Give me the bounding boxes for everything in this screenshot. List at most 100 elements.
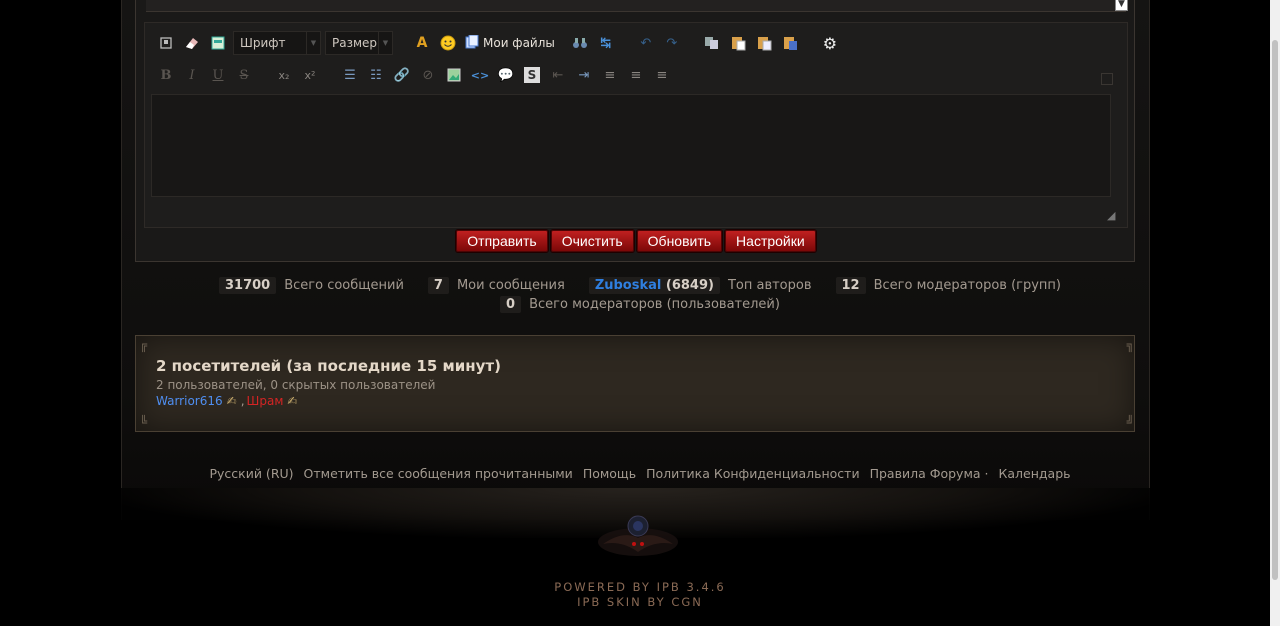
mark-all-read-link[interactable]: Отметить все сообщения прочитанными <box>304 466 573 481</box>
smiley-icon[interactable] <box>437 32 459 54</box>
toolbar-collapse-toggle[interactable] <box>1101 73 1113 85</box>
top-author-link[interactable]: Zuboskal <box>595 278 662 293</box>
stat-mods-users: 0 Всего модераторов (пользователей) <box>500 296 780 313</box>
settings-button[interactable]: Настройки <box>725 230 816 252</box>
toolbar-row-1: Шрифт ▼ Размер ▼ A Мои файлы ↹ ↶ ↷ ⚙ <box>155 31 841 55</box>
active-users-title: 2 посетителей (за последние 15 минут) <box>156 357 501 375</box>
font-select-label: Шрифт <box>240 36 286 50</box>
replace-icon[interactable]: ↹ <box>595 32 617 54</box>
powered-by: POWERED BY IPB 3.4.6 IPB SKIN BY CGN <box>0 580 1280 610</box>
paste-word-icon[interactable] <box>779 32 801 54</box>
writing-icon: ✍ <box>226 394 237 408</box>
quote-icon[interactable]: 💬 <box>495 64 517 86</box>
calendar-link[interactable]: Календарь <box>999 466 1071 481</box>
text-color-icon[interactable]: A <box>411 32 433 54</box>
align-left-icon[interactable]: ≡ <box>599 64 621 86</box>
chevron-down-icon: ▼ <box>378 32 392 54</box>
outdent-icon[interactable]: ⇤ <box>547 64 569 86</box>
stat-value: 0 <box>500 296 522 313</box>
italic-icon[interactable]: I <box>181 64 203 86</box>
stat-top-author: Zuboskal (6849) Топ авторов <box>588 277 812 294</box>
active-users-subtitle: 2 пользователей, 0 скрытых пользователей <box>156 378 436 392</box>
undo-icon[interactable]: ↶ <box>635 32 657 54</box>
editor-top-strip: ▼ <box>146 0 1128 12</box>
chevron-down-icon: ▼ <box>306 32 320 54</box>
my-files-button[interactable]: Мои файлы <box>465 34 555 52</box>
template-icon[interactable] <box>207 32 229 54</box>
forum-stats-row-2: 0 Всего модераторов (пользователей) <box>0 296 1280 313</box>
unlink-icon[interactable]: ⊘ <box>417 64 439 86</box>
align-right-icon[interactable]: ≡ <box>651 64 673 86</box>
clear-button[interactable]: Очистить <box>550 230 634 252</box>
help-link[interactable]: Помощь <box>583 466 636 481</box>
copy-icon[interactable] <box>701 32 723 54</box>
gear-icon[interactable]: ⚙ <box>819 32 841 54</box>
user-link[interactable]: Шрам <box>247 394 284 408</box>
language-link[interactable]: Русский (RU) <box>209 466 293 481</box>
rich-text-editor: Шрифт▼ Размер▼ A Мои файлы ↹ ↶ ↷ ⚙ B I <box>144 22 1128 228</box>
spoiler-icon[interactable]: S <box>521 64 543 86</box>
top-author-box: Zuboskal (6849) <box>588 277 720 294</box>
paste-text-icon[interactable] <box>753 32 775 54</box>
files-icon <box>465 34 479 52</box>
skin-credit[interactable]: IPB SKIN BY CGN <box>0 595 1280 610</box>
separator-dot: · <box>984 466 989 481</box>
stat-label: Топ авторов <box>727 278 812 293</box>
stat-my-posts: 7 Мои сообщения <box>427 277 565 294</box>
stat-value: 12 <box>835 277 866 294</box>
powered-by-ipb[interactable]: POWERED BY IPB 3.4.6 <box>0 580 1280 595</box>
bulleted-list-icon[interactable]: ☰ <box>339 64 361 86</box>
scrollbar-thumb[interactable] <box>1272 40 1278 580</box>
resize-grip-icon[interactable]: ◢ <box>1107 209 1119 222</box>
underline-icon[interactable]: U <box>207 64 229 86</box>
corner-ornament-icon: ╚ <box>140 415 148 429</box>
toolbar-row-2: B I U S x₂ x² ☰ ☷ 🔗 ⊘ <> 💬 S ⇤ ⇥ ≡ ≡ ≡ <box>155 63 673 87</box>
list-separator: , <box>240 394 245 408</box>
size-select[interactable]: Размер ▼ <box>325 31 393 55</box>
numbered-list-icon[interactable]: ☷ <box>365 64 387 86</box>
subscript-icon[interactable]: x₂ <box>273 64 295 86</box>
footer-links: Русский (RU) Отметить все сообщения проч… <box>0 466 1280 481</box>
skin-emblem-icon <box>593 508 683 572</box>
font-select[interactable]: Шрифт ▼ <box>233 31 321 55</box>
paste-icon[interactable] <box>727 32 749 54</box>
chevron-down-icon[interactable]: ▼ <box>1115 0 1128 11</box>
strikethrough-icon[interactable]: S <box>233 64 255 86</box>
editor-actions: Отправить Очистить Обновить Настройки <box>136 230 1136 252</box>
corner-ornament-icon: ╔ <box>140 338 148 352</box>
redo-icon[interactable]: ↷ <box>661 32 683 54</box>
my-files-label: Мои файлы <box>483 36 555 50</box>
indent-icon[interactable]: ⇥ <box>573 64 595 86</box>
refresh-button[interactable]: Обновить <box>636 230 723 252</box>
link-icon[interactable]: 🔗 <box>391 64 413 86</box>
eraser-icon[interactable] <box>181 32 203 54</box>
active-users-list: Warrior616 ✍, Шрам ✍ <box>156 394 299 408</box>
align-center-icon[interactable]: ≡ <box>625 64 647 86</box>
stat-label: Мои сообщения <box>456 278 565 293</box>
corner-ornament-icon: ╗ <box>1126 338 1134 352</box>
code-icon[interactable]: <> <box>469 64 491 86</box>
superscript-icon[interactable]: x² <box>299 64 321 86</box>
stat-label: Всего сообщений <box>284 278 404 293</box>
binoculars-icon[interactable] <box>569 32 591 54</box>
writing-icon: ✍ <box>287 394 298 408</box>
stat-label: Всего модераторов (пользователей) <box>529 297 780 312</box>
stat-mods-groups: 12 Всего модераторов (групп) <box>835 277 1061 294</box>
message-textarea[interactable] <box>151 94 1111 197</box>
image-icon[interactable] <box>443 64 465 86</box>
forum-rules-link[interactable]: Правила Форума <box>870 466 981 481</box>
forum-rules-group: Правила Форума · <box>870 466 989 481</box>
stat-value: 7 <box>427 277 449 294</box>
stat-total-posts: 31700 Всего сообщений <box>218 277 404 294</box>
size-select-label: Размер <box>332 36 378 50</box>
privacy-link[interactable]: Политика Конфиденциальности <box>646 466 860 481</box>
source-icon[interactable] <box>155 32 177 54</box>
top-author-count: (6849) <box>665 278 714 293</box>
bold-icon[interactable]: B <box>155 64 177 86</box>
spoiler-label: S <box>524 67 540 83</box>
user-link[interactable]: Warrior616 <box>156 394 223 408</box>
stat-value: 31700 <box>218 277 277 294</box>
stat-label: Всего модераторов (групп) <box>873 278 1061 293</box>
page-scrollbar[interactable] <box>1270 0 1280 626</box>
submit-button[interactable]: Отправить <box>456 230 548 252</box>
